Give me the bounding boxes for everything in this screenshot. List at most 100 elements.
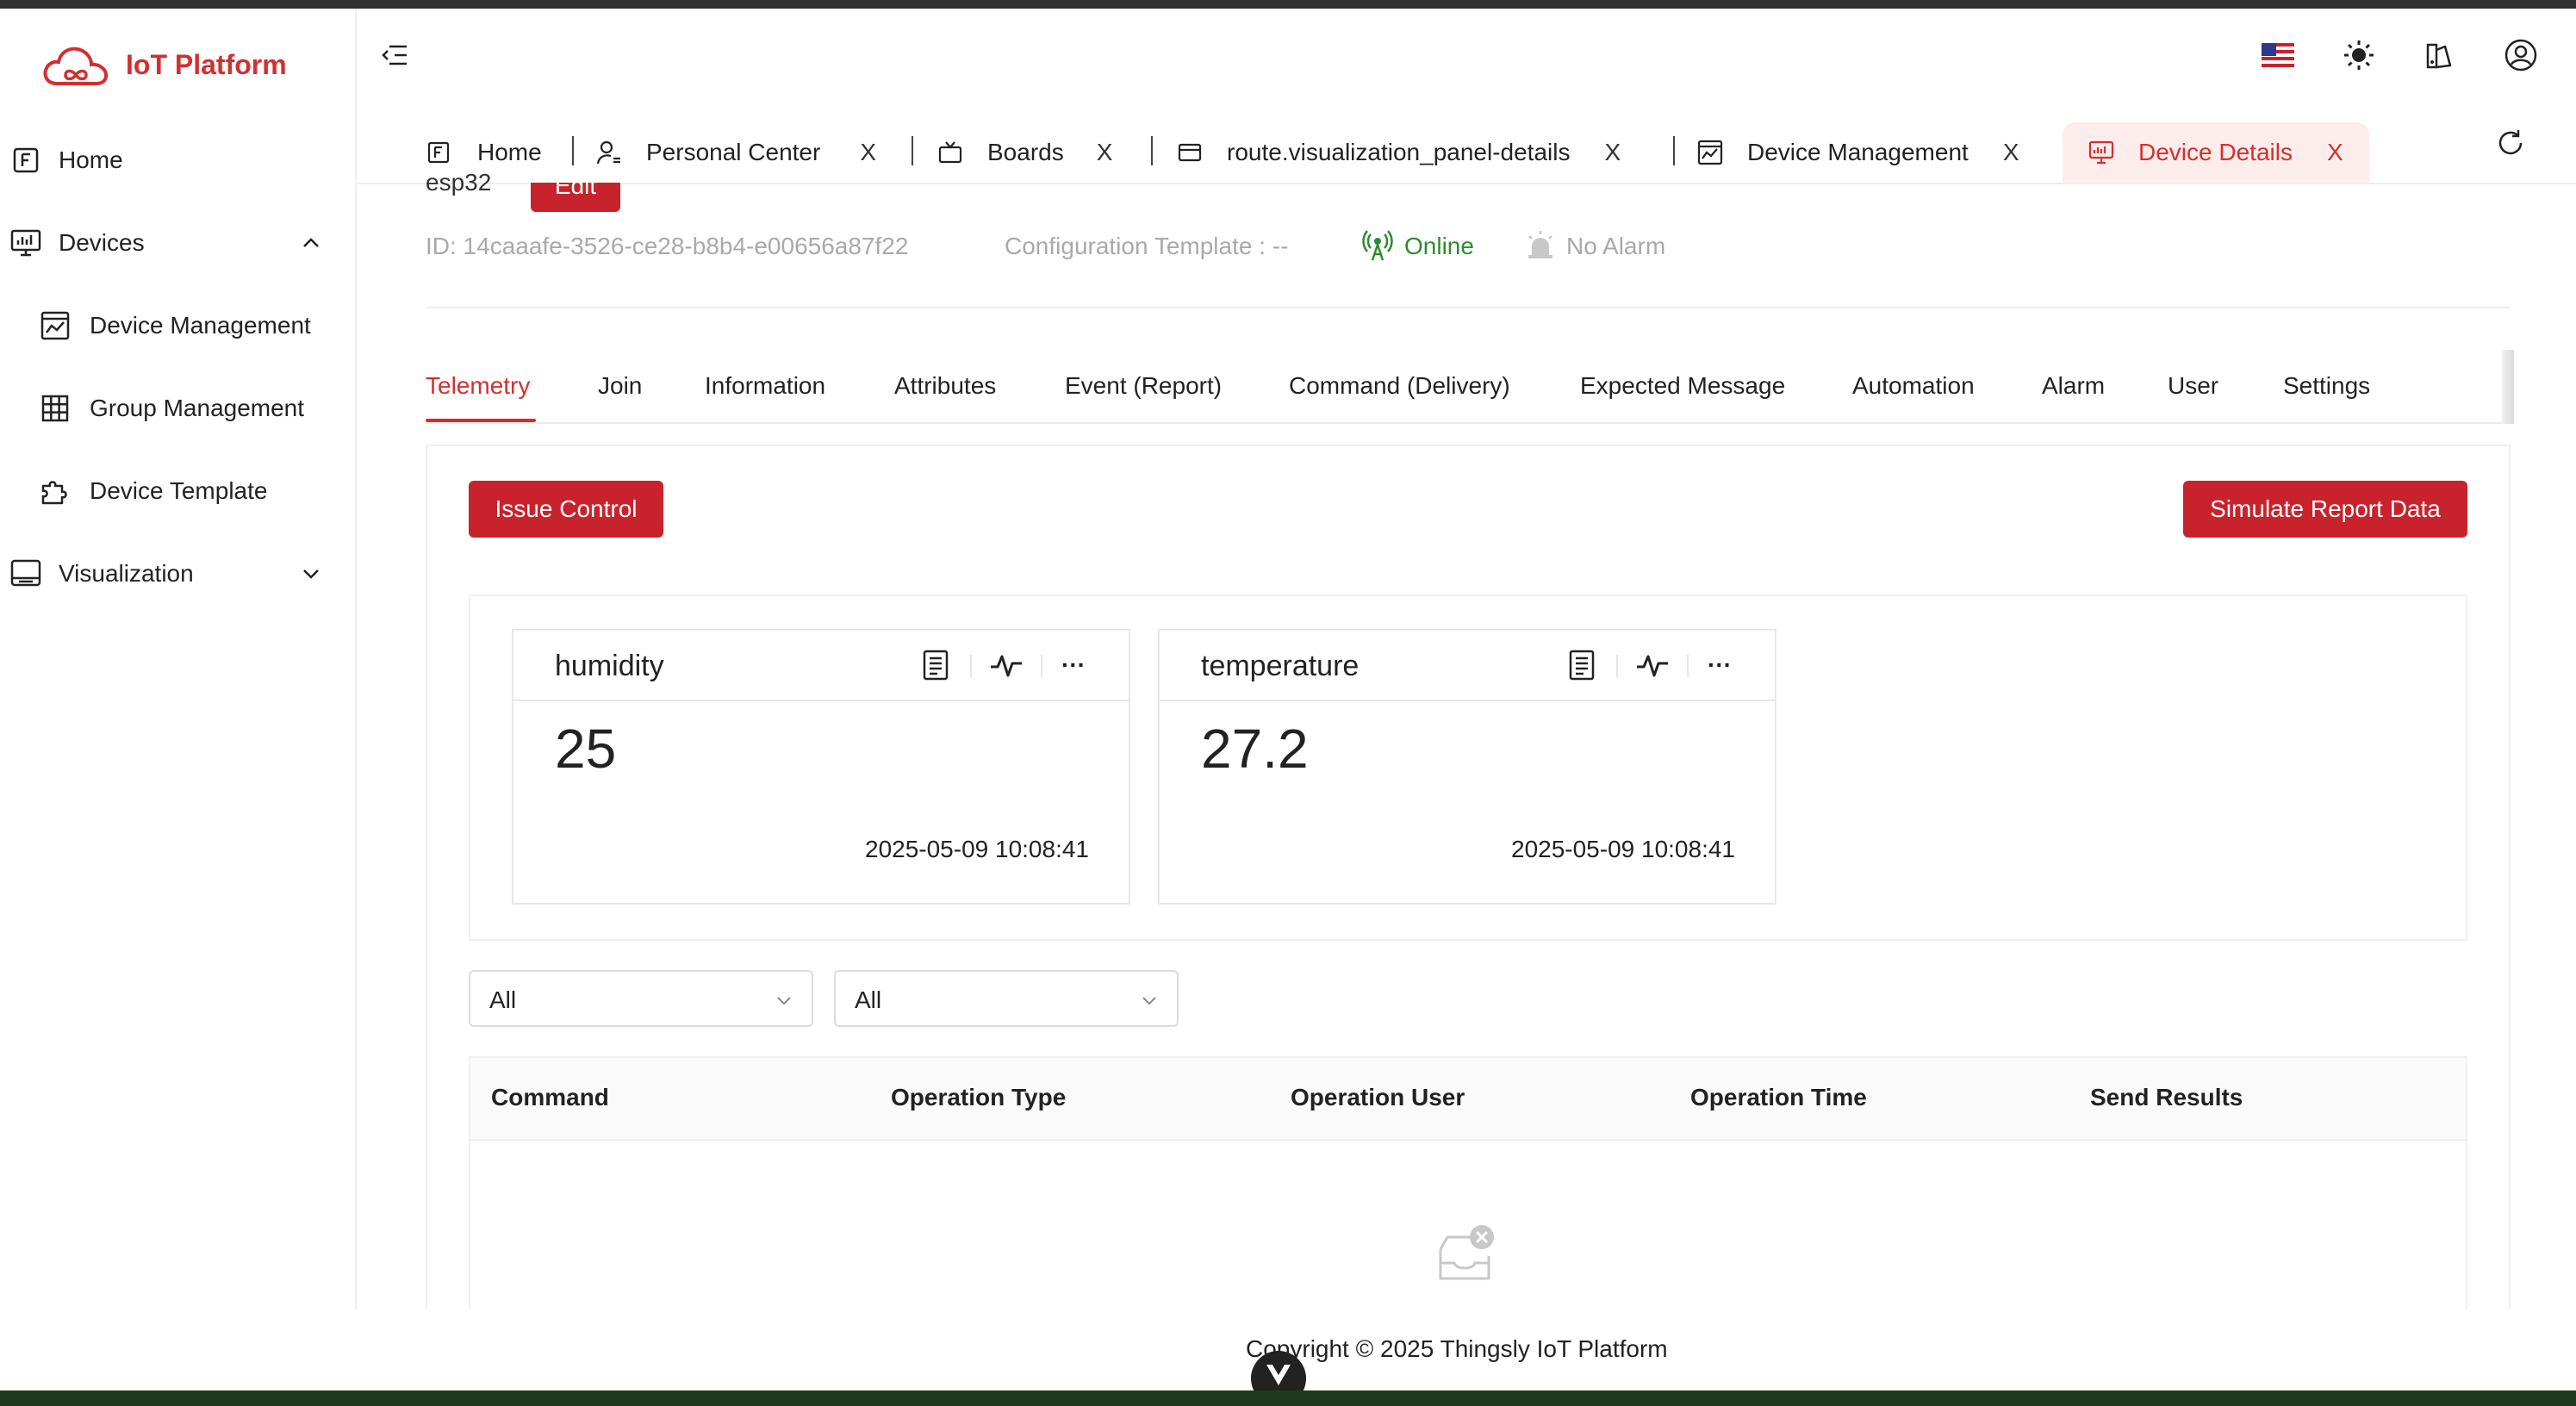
theme-icon[interactable] — [2421, 38, 2455, 72]
card-header: temperature ··· — [1160, 631, 1775, 701]
status-badge: Online — [1404, 233, 1474, 259]
tab-label: Personal Center — [646, 139, 821, 165]
card-title: humidity — [555, 650, 664, 682]
sidebar-item-home[interactable]: Home — [0, 126, 355, 195]
sidebar-item-label: Home — [59, 146, 123, 173]
subtab-alarm[interactable]: Alarm — [2042, 372, 2105, 400]
sidebar: IoT Platform Home Devices Device Managem… — [0, 9, 357, 1310]
tab-label: route.visualization_panel-details — [1227, 139, 1571, 165]
tab-label: Device Management — [1747, 139, 1969, 165]
action-separator — [1616, 655, 1618, 677]
action-separator — [1687, 655, 1689, 677]
home-icon — [10, 145, 41, 176]
chevron-up-icon — [300, 232, 322, 254]
signal-tower-icon — [1361, 229, 1394, 262]
close-icon[interactable]: X — [2003, 139, 2019, 166]
close-icon[interactable]: X — [860, 139, 876, 166]
divider — [426, 307, 2511, 308]
tab-device-management[interactable]: Device Management X — [1697, 122, 2019, 183]
monitor-icon — [10, 227, 41, 258]
sidebar-item-visualization[interactable]: Visualization — [0, 539, 355, 608]
pulse-chart-icon[interactable] — [1635, 648, 1670, 682]
more-icon[interactable]: ··· — [1056, 648, 1091, 682]
close-icon[interactable]: X — [1097, 139, 1113, 166]
tab-label: Home — [477, 139, 542, 165]
chevron-down-icon — [774, 989, 794, 1010]
column-header-send-results[interactable]: Send Results — [2090, 1084, 2243, 1111]
subtab-expected-message[interactable]: Expected Message — [1580, 372, 1785, 400]
subtab-attributes[interactable]: Attributes — [894, 372, 996, 400]
table-header: Command Operation Type Operation User Op… — [470, 1058, 2466, 1141]
chart-window-icon — [1697, 140, 1723, 165]
tab-label: Boards — [987, 139, 1064, 165]
telemetry-timestamp: 2025-05-09 10:08:41 — [865, 836, 1089, 862]
document-icon[interactable] — [1565, 648, 1599, 682]
telemetry-card-temperature: temperature ··· 27.2 2025-05-09 10:08:41 — [1158, 629, 1776, 905]
sidebar-item-devices[interactable]: Devices — [0, 208, 355, 277]
tab-separator — [912, 136, 913, 165]
sidebar-item-label: Device Management — [90, 312, 311, 339]
person-icon — [596, 140, 622, 165]
user-icon[interactable] — [2504, 38, 2538, 72]
sidebar-item-device-management[interactable]: Device Management — [0, 291, 355, 360]
close-icon[interactable]: X — [2327, 139, 2343, 166]
subtab-event-report[interactable]: Event (Report) — [1065, 372, 1222, 400]
tab-personal-center[interactable]: Personal Center X — [596, 122, 876, 183]
close-icon[interactable]: X — [1604, 139, 1621, 166]
subtab-telemetry[interactable]: Telemetry — [426, 372, 530, 400]
us-flag-icon[interactable] — [2261, 38, 2295, 72]
column-header-operation-user[interactable]: Operation User — [1291, 1084, 1465, 1111]
empty-inbox-icon — [1434, 1222, 1499, 1287]
telemetry-value: 25 — [555, 718, 617, 780]
puzzle-icon — [40, 476, 71, 507]
filter-select-2[interactable]: All — [834, 970, 1179, 1027]
chevron-down-icon — [300, 563, 322, 585]
sidebar-item-device-template[interactable]: Device Template — [0, 457, 355, 526]
scroll-fade — [2502, 350, 2514, 424]
more-icon[interactable]: ··· — [1702, 648, 1737, 682]
chevron-down-icon — [1139, 989, 1160, 1010]
action-separator — [1041, 655, 1042, 677]
tab-separator — [1673, 136, 1675, 165]
select-value: All — [855, 986, 882, 1013]
subtab-join[interactable]: Join — [598, 372, 642, 400]
grid-icon — [40, 393, 71, 424]
subtab-user[interactable]: User — [2168, 372, 2218, 400]
tab-route-visualization[interactable]: route.visualization_panel-details X — [1177, 122, 1621, 183]
refresh-icon[interactable] — [2495, 128, 2529, 162]
device-name: esp32 — [426, 169, 492, 196]
select-value: All — [489, 986, 517, 1013]
card-header: humidity ··· — [513, 631, 1129, 701]
screen-icon — [10, 558, 41, 589]
document-icon[interactable] — [918, 648, 953, 682]
filter-select-1[interactable]: All — [469, 970, 813, 1027]
sidebar-item-label: Device Template — [90, 477, 268, 504]
column-header-operation-type[interactable]: Operation Type — [891, 1084, 1066, 1111]
sidebar-item-label: Group Management — [90, 395, 305, 421]
simulate-report-data-button[interactable]: Simulate Report Data — [2183, 481, 2467, 538]
configuration-template: Configuration Template : -- — [1005, 233, 1289, 259]
issue-control-button[interactable]: Issue Control — [469, 481, 663, 538]
subtab-command-delivery[interactable]: Command (Delivery) — [1289, 372, 1510, 400]
action-separator — [970, 655, 972, 677]
tv-icon — [937, 140, 963, 165]
subtab-information[interactable]: Information — [705, 372, 825, 400]
monitor-icon — [2088, 140, 2114, 165]
app-logo[interactable]: IoT Platform — [40, 34, 287, 95]
sidebar-item-group-management[interactable]: Group Management — [0, 374, 355, 443]
pulse-chart-icon[interactable] — [989, 648, 1024, 682]
menu-collapse-icon[interactable] — [379, 40, 410, 71]
subtab-automation[interactable]: Automation — [1852, 372, 1975, 400]
card-icon — [1177, 140, 1203, 165]
tab-separator — [572, 136, 574, 165]
cloud-logo-icon — [43, 47, 109, 85]
subtab-settings[interactable]: Settings — [2283, 372, 2370, 400]
active-tab-indicator — [426, 419, 536, 422]
tab-boards[interactable]: Boards X — [937, 122, 1112, 183]
tab-device-details[interactable]: Device Details X — [2063, 122, 2369, 183]
column-header-command[interactable]: Command — [491, 1084, 609, 1111]
column-header-operation-time[interactable]: Operation Time — [1690, 1084, 1867, 1111]
sun-icon[interactable] — [2342, 38, 2376, 72]
telemetry-timestamp: 2025-05-09 10:08:41 — [1511, 836, 1735, 862]
app-name: IoT Platform — [126, 48, 287, 80]
